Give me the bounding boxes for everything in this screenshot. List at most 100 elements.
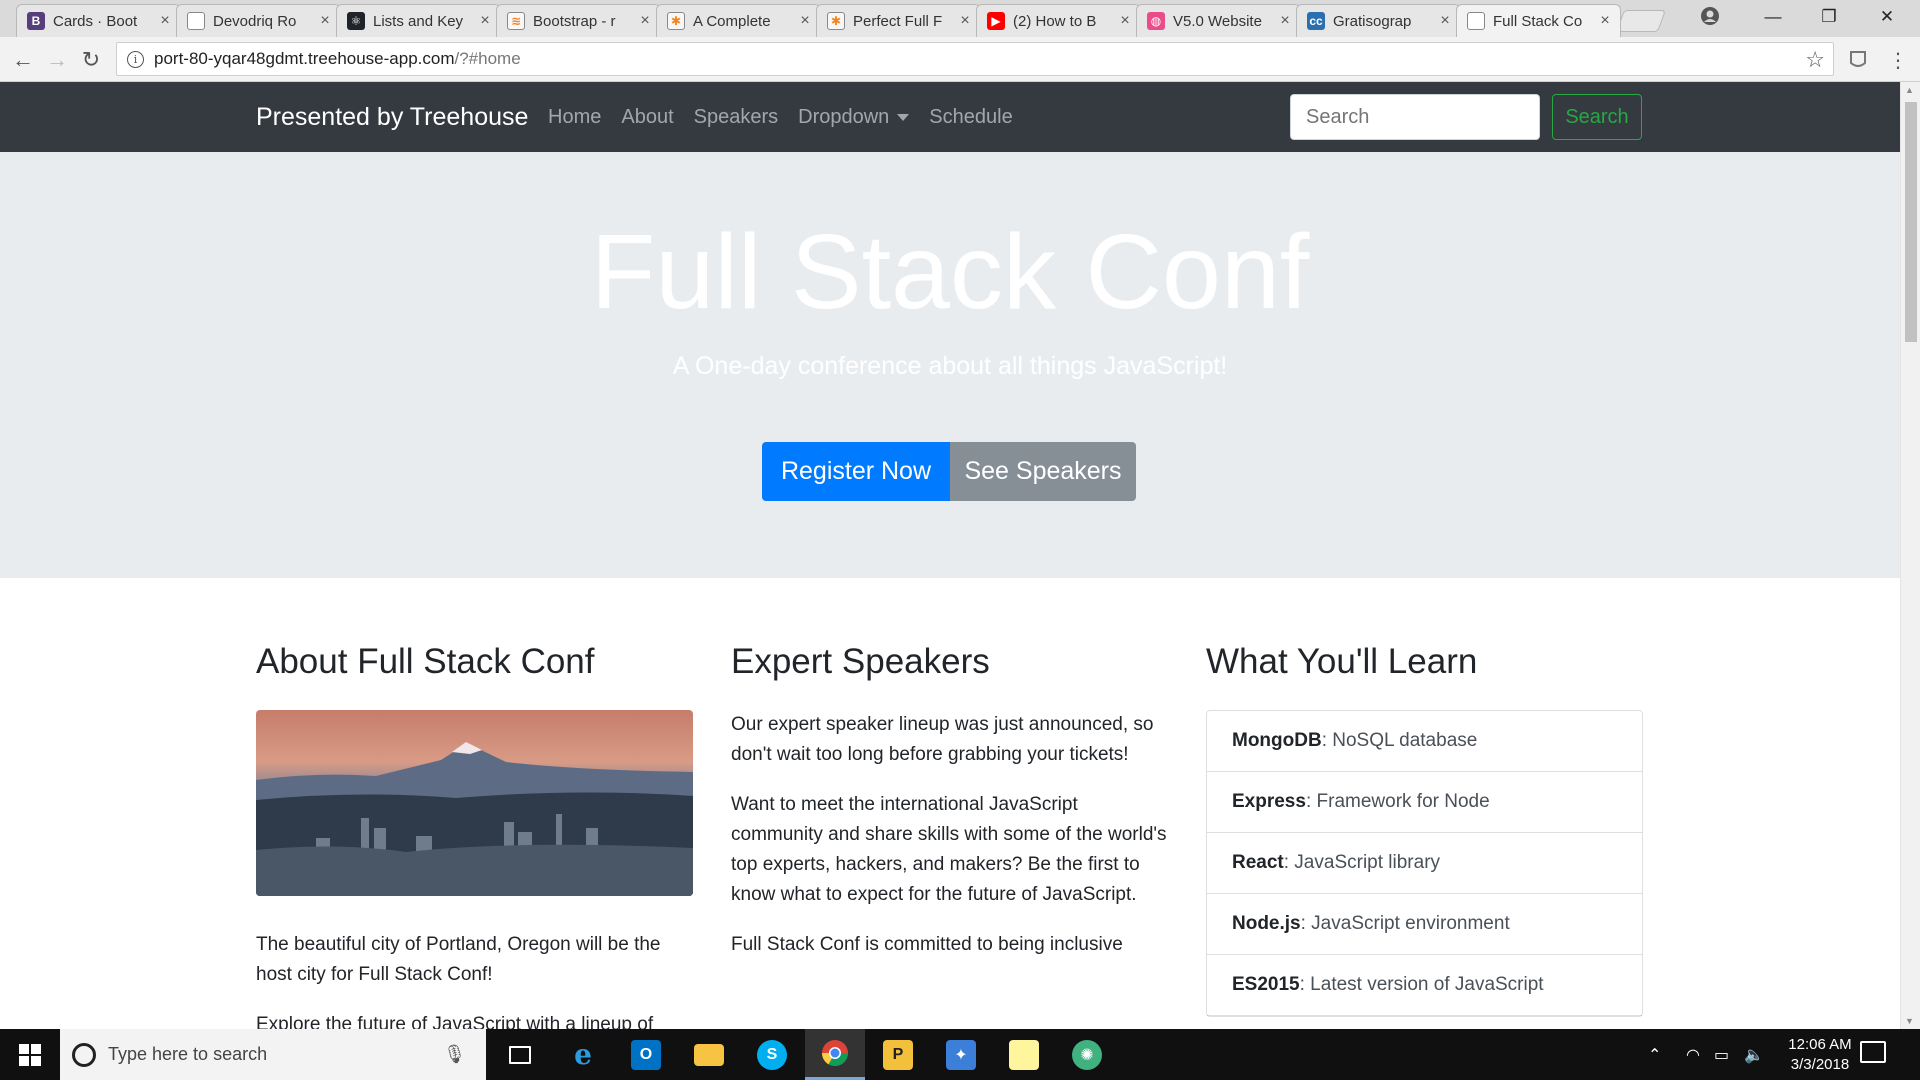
list-item-desc: : Framework for Node [1305,791,1490,812]
address-bar[interactable]: i port-80-yqar48gdmt.treehouse-app.com /… [116,42,1834,76]
cc-icon: cc [1307,12,1325,30]
restore-icon[interactable]: ❐ [1800,0,1858,34]
asterisk-icon: ✱ [667,12,685,30]
close-tab-icon[interactable]: × [798,12,812,30]
list-item-desc: : NoSQL database [1321,730,1478,751]
close-tab-icon[interactable]: × [958,12,972,30]
globe-app-icon[interactable]: ✺ [1057,1029,1117,1080]
file-explorer-icon[interactable] [679,1029,739,1080]
windows-start-button[interactable] [0,1029,60,1080]
learn-column: What You'll Learn MongoDB: NoSQL databas… [1206,642,1643,1017]
clock-time: 12:06 AM [1788,1036,1852,1053]
tab-title: Cards · Boot [53,12,138,30]
back-icon[interactable]: ← [8,45,38,75]
close-tab-icon[interactable]: × [478,12,492,30]
wifi-icon[interactable]: ◠ [1686,1029,1700,1080]
navbar-brand[interactable]: Presented by Treehouse [256,103,528,132]
scroll-thumb[interactable] [1905,102,1917,342]
browser-tab[interactable]: ✱ Perfect Full F × [816,4,981,37]
asterisk-icon: ✱ [827,12,845,30]
youtube-icon: ▶ [987,12,1005,30]
close-tab-icon[interactable]: × [158,12,172,30]
taskbar-clock[interactable]: 12:06 AM 3/3/2018 [1770,1035,1870,1075]
minimize-icon[interactable]: — [1744,0,1802,34]
close-window-icon[interactable]: ✕ [1858,0,1916,34]
search-input[interactable] [1290,94,1540,140]
bookmark-star-icon[interactable]: ☆ [1805,47,1825,73]
list-item-desc: : JavaScript environment [1300,913,1510,934]
info-icon[interactable]: i [127,50,144,68]
scroll-up-icon[interactable]: ▲ [1905,85,1914,95]
new-tab-button[interactable] [1615,10,1667,32]
close-tab-icon[interactable]: × [1118,12,1132,30]
forward-icon[interactable]: → [42,45,72,75]
close-tab-icon[interactable]: × [1278,12,1292,30]
about-paragraph-1: The beautiful city of Portland, Oregon w… [256,934,661,985]
volume-icon[interactable]: 🔈 [1744,1029,1764,1080]
tray-chevron-icon[interactable]: ⌃ [1648,1029,1661,1080]
task-view-icon[interactable] [490,1029,550,1080]
about-paragraph-2: Explore the future of JavaScript with a … [256,1014,654,1029]
speakers-paragraph-2: Want to meet the international JavaScrip… [731,794,1167,905]
browser-tab[interactable]: cc Gratisograp × [1296,4,1461,37]
extension-icon[interactable] [1848,49,1868,71]
powerpoint-icon[interactable]: P [868,1029,928,1080]
hero-subtitle: A One-day conference about all things Ja… [672,352,1228,380]
browser-tab[interactable]: B Cards · Boot × [16,4,181,37]
nav-schedule[interactable]: Schedule [929,106,1012,129]
battery-icon[interactable]: ▭ [1714,1029,1729,1080]
sticky-notes-icon[interactable] [994,1029,1054,1080]
browser-toolbar: ← → ↻ i port-80-yqar48gdmt.treehouse-app… [0,37,1920,82]
browser-tab[interactable]: ≋ Bootstrap - r × [496,4,661,37]
browser-tab[interactable]: ✱ A Complete × [656,4,821,37]
search-button[interactable]: Search [1552,94,1642,140]
skype-icon[interactable]: S [742,1029,802,1080]
windows-taskbar: Type here to search 🎙 e O S P ✦ ✺ ⌃ ◠ ▭ … [0,1029,1920,1080]
menu-dots-icon[interactable]: ⋮ [1883,45,1913,75]
list-item: Express: Framework for Node [1207,772,1642,833]
browser-tab[interactable]: ⚛ Lists and Key × [336,4,501,37]
browser-tab[interactable]: Devodriq Ro × [176,4,341,37]
hero-button-group: Register Now See Speakers [762,442,1136,501]
site-navbar: Presented by Treehouse Home About Speake… [0,82,1900,152]
outlook-icon[interactable]: O [616,1029,676,1080]
close-tab-icon[interactable]: × [318,12,332,30]
notification-icon[interactable] [1860,1041,1886,1063]
nav-about[interactable]: About [621,106,673,129]
tab-title: Full Stack Co [1493,12,1583,30]
close-tab-icon[interactable]: × [638,12,652,30]
taskbar-search-box[interactable]: Type here to search 🎙 [60,1029,486,1080]
clock-date: 3/3/2018 [1790,1056,1850,1073]
reload-icon[interactable]: ↻ [76,45,106,75]
browser-tab[interactable]: ▶ (2) How to B × [976,4,1141,37]
page-scrollbar[interactable]: ▲ ▼ [1900,82,1920,1029]
nav-dropdown[interactable]: Dropdown [798,106,910,129]
browser-tab[interactable]: Full Stack Co × [1456,4,1621,37]
tab-title: Lists and Key [373,12,464,30]
url-path: /?#home [454,49,521,68]
profile-icon[interactable] [1700,6,1720,26]
list-item: ES2015: Latest version of JavaScript [1207,955,1642,1016]
list-item: MongoDB: NoSQL database [1207,711,1642,772]
app-icon[interactable]: ✦ [931,1029,991,1080]
page-icon [187,12,205,30]
nav-home[interactable]: Home [548,106,601,129]
list-item-term: React [1232,852,1284,873]
list-item: React: JavaScript library [1207,833,1642,894]
tab-title: V5.0 Website [1173,12,1262,30]
windows-logo-icon [19,1043,41,1066]
page-viewport: Presented by Treehouse Home About Speake… [0,82,1900,1029]
hero-jumbotron: Full Stack Conf A One-day conference abo… [0,152,1900,578]
nav-speakers[interactable]: Speakers [694,106,779,129]
internet-explorer-icon[interactable]: e [553,1029,613,1080]
chrome-icon[interactable] [805,1029,865,1080]
list-item-term: Node.js [1232,913,1301,934]
see-speakers-button[interactable]: See Speakers [950,442,1136,501]
register-now-button[interactable]: Register Now [762,442,950,501]
about-heading: About Full Stack Conf [256,642,595,681]
close-tab-icon[interactable]: × [1438,12,1452,30]
scroll-down-icon[interactable]: ▼ [1905,1016,1914,1026]
browser-tab[interactable]: ◍ V5.0 Website × [1136,4,1301,37]
microphone-icon[interactable]: 🎙 [443,1044,466,1065]
close-tab-icon[interactable]: × [1598,12,1612,30]
